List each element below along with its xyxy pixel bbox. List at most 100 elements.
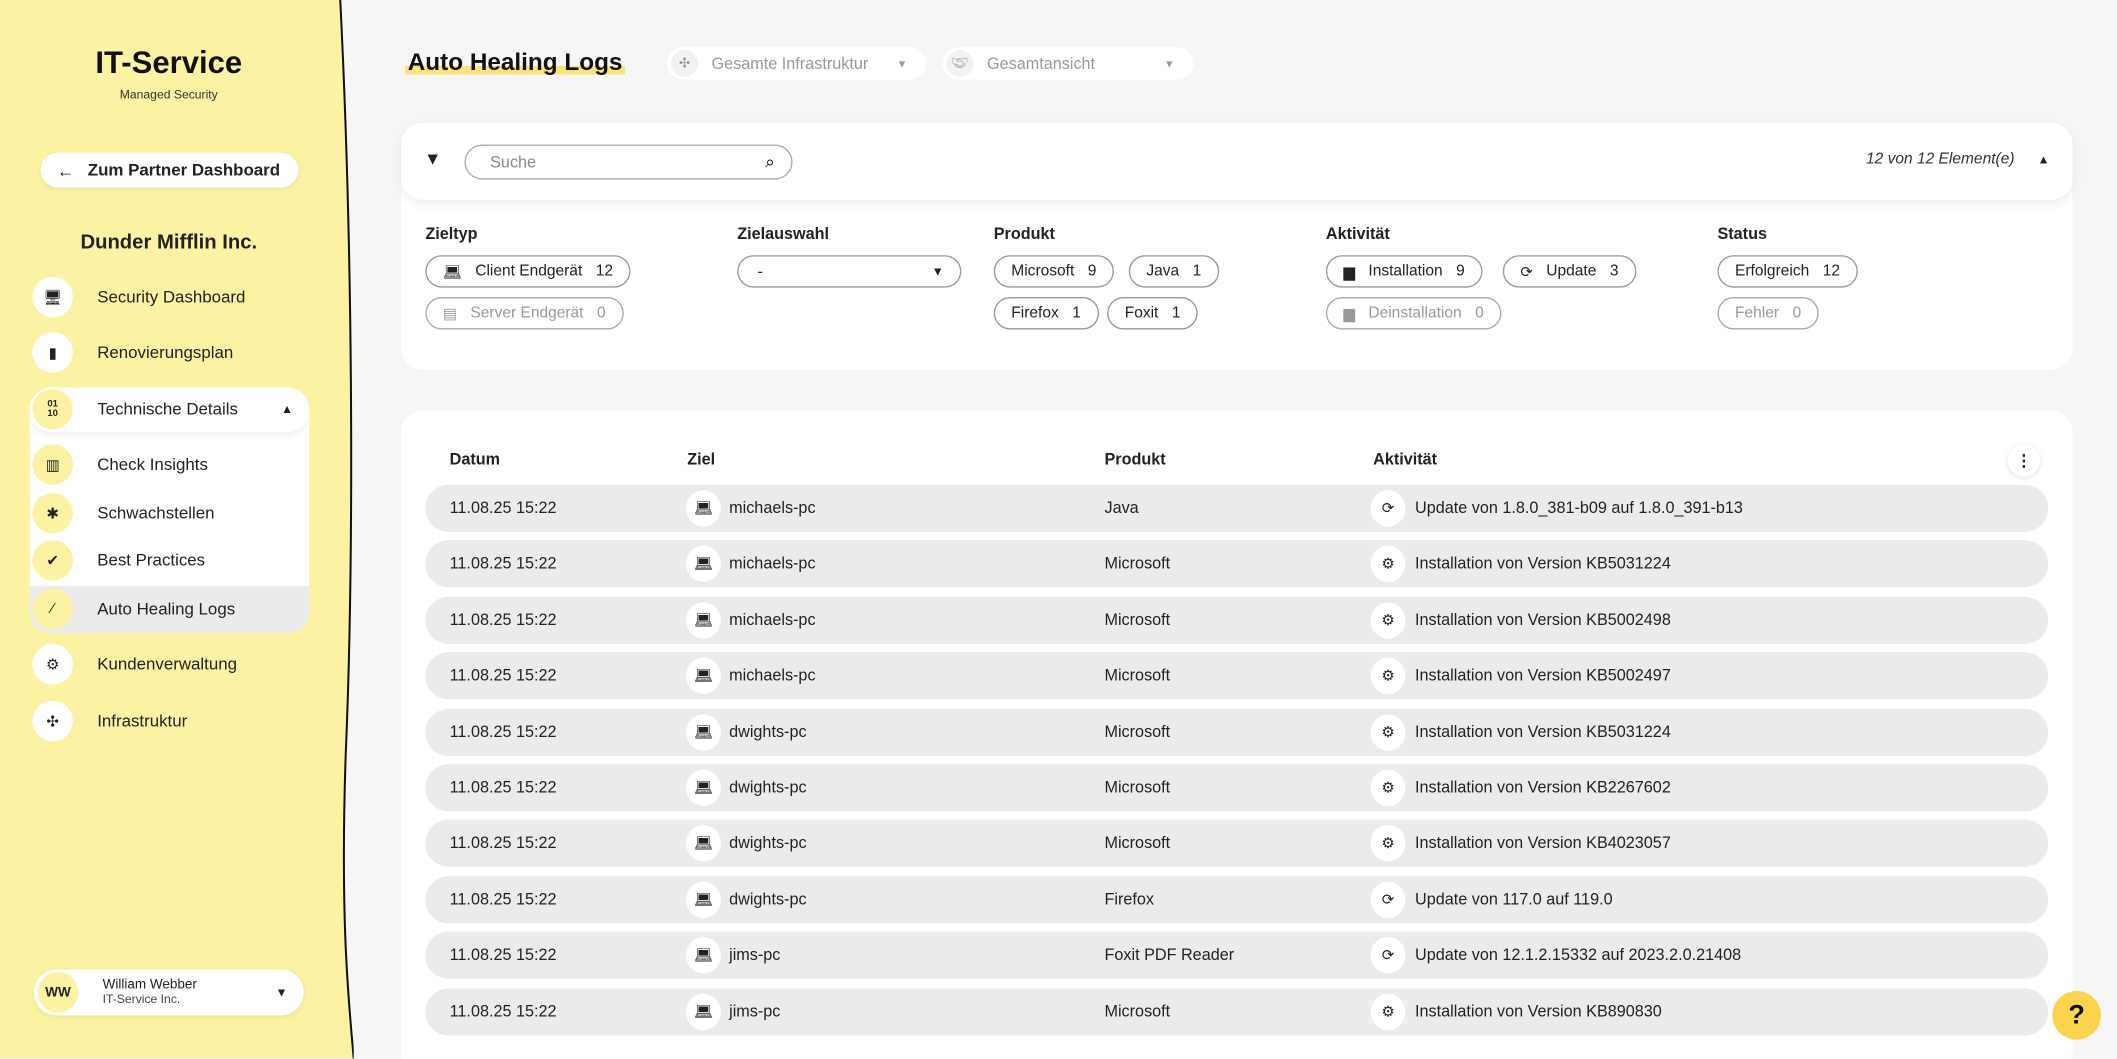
gear-icon: ⚙ xyxy=(1370,993,1406,1030)
sidebar-item-check-insights[interactable]: ▥ Check Insights xyxy=(30,440,309,489)
sidebar-item-label: Auto Healing Logs xyxy=(97,599,236,619)
user-menu[interactable]: WW William Webber IT-Service Inc. ▼ xyxy=(33,969,304,1016)
sidebar-item-label: Check Insights xyxy=(97,455,208,474)
table-row[interactable]: 11.08.25 15:22 💻︎ jims-pc Foxit PDF Reader ⟳… xyxy=(425,931,2049,980)
clipboard-icon: ▮ xyxy=(32,332,73,373)
caret-down-icon: ▼ xyxy=(275,985,288,1000)
chip-firefox[interactable]: Firefox 1 xyxy=(993,297,1099,330)
search-input[interactable]: Suche ⌕ xyxy=(464,144,793,180)
sidebar-item-label: Technische Details xyxy=(97,399,238,419)
chip-label: Foxit xyxy=(1124,305,1159,322)
chip-count: 1 xyxy=(1171,305,1181,322)
table-row[interactable]: 11.08.25 15:22 💻︎ michaels-pc Microsoft ⚙ Ins… xyxy=(425,596,2049,644)
sidebar-item-technische-details[interactable]: 01 10 Technische Details ▲ xyxy=(30,385,309,434)
chip-label: Installation xyxy=(1368,263,1443,280)
sidebar-item-renovierungsplan[interactable]: ▮ Renovierungsplan xyxy=(30,328,309,377)
partner-dashboard-label: Zum Partner Dashboard xyxy=(87,160,281,180)
magic-wand-icon: ⁄ xyxy=(32,588,73,630)
chip-count: 9 xyxy=(1456,263,1465,280)
chip-label: Update xyxy=(1546,263,1597,280)
refresh-icon: ⟳ xyxy=(1370,937,1406,974)
kebab-menu-icon: ⋮ xyxy=(2015,450,2033,470)
table-row[interactable]: 11.08.25 15:22 💻︎ dwights-pc Microsoft ⚙ Inst… xyxy=(425,764,2049,812)
chip-client-endgeraet[interactable]: 💻︎ Client Endgerät 12 xyxy=(425,255,631,288)
chip-installation[interactable]: ▆ Installation 9 xyxy=(1325,255,1483,288)
column-header-datum[interactable]: Datum xyxy=(450,450,500,469)
search-placeholder: Suche xyxy=(490,152,537,172)
arrow-left-icon: ← xyxy=(56,159,75,181)
chip-foxit[interactable]: Foxit 1 xyxy=(1107,297,1199,330)
chip-label: Erfolgreich xyxy=(1735,263,1810,280)
sidebar-item-auto-healing-logs[interactable]: ⁄ Auto Healing Logs xyxy=(30,585,309,634)
sidebar: IT-Service Managed Security ← Zum Partne… xyxy=(0,0,354,1059)
laptop-icon: 💻︎ xyxy=(685,937,722,974)
column-header-produkt[interactable]: Produkt xyxy=(1104,450,1165,469)
chip-count: 12 xyxy=(595,263,614,280)
table-row[interactable]: 11.08.25 15:22 💻︎ dwights-pc Microsoft ⚙ Inst… xyxy=(425,820,2049,868)
gear-icon: ⚙ xyxy=(1370,713,1406,751)
table-row[interactable]: 11.08.25 15:22 💻︎ michaels-pc Java ⟳ Update v… xyxy=(425,484,2049,532)
help-button[interactable]: ? xyxy=(2052,991,2101,1040)
refresh-icon: ⟳ xyxy=(1520,263,1533,281)
cell-date: 11.08.25 15:22 xyxy=(449,833,557,853)
barcode-icon: ▥ xyxy=(32,444,73,485)
network-icon: ✣ xyxy=(32,700,73,742)
cell-date: 11.08.25 15:22 xyxy=(449,665,557,685)
table-row[interactable]: 11.08.25 15:22 💻︎ dwights-pc Firefox ⟳ Update… xyxy=(425,876,2049,924)
column-header-ziel[interactable]: Ziel xyxy=(687,450,715,469)
folder-x-icon: ▆ xyxy=(1343,305,1355,323)
chip-label: Deinstallation xyxy=(1368,305,1462,322)
table-row[interactable]: 11.08.25 15:22 💻︎ michaels-pc Microsoft ⚙ Ins… xyxy=(425,540,2049,588)
chip-update[interactable]: ⟳ Update 3 xyxy=(1502,255,1637,288)
filter-icon[interactable]: ▼ xyxy=(424,149,441,169)
gears-icon: ⚙ xyxy=(32,644,73,685)
chip-server-endgeraet[interactable]: ▤ Server Endgerät 0 xyxy=(425,297,624,330)
table-row[interactable]: 11.08.25 15:22 💻︎ dwights-pc Microsoft ⚙ Inst… xyxy=(425,708,2049,756)
zielauswahl-select[interactable]: - ▼ xyxy=(737,255,962,288)
chip-deinstallation[interactable]: ▆ Deinstallation 0 xyxy=(1325,297,1502,330)
chip-fehler[interactable]: Fehler 0 xyxy=(1717,297,1819,330)
view-dropdown[interactable]: 🤝︎ Gesamtansicht ▼ xyxy=(942,47,1194,80)
sidebar-item-label: Security Dashboard xyxy=(97,287,246,307)
sidebar-item-kundenverwaltung[interactable]: ⚙ Kundenverwaltung xyxy=(30,640,309,689)
chip-count: 3 xyxy=(1609,263,1619,280)
caret-down-icon: ▼ xyxy=(896,57,908,70)
user-name: William Webber xyxy=(102,977,197,993)
cell-product: Firefox xyxy=(1104,889,1154,909)
laptop-icon: 💻︎ xyxy=(685,657,722,695)
chip-java[interactable]: Java 1 xyxy=(1128,255,1219,288)
infrastructure-dropdown-value: Gesamte Infrastruktur xyxy=(711,54,869,73)
filter-label-produkt: Produkt xyxy=(993,224,1055,244)
more-options-button[interactable]: ⋮ xyxy=(2007,444,2041,477)
chip-label: Firefox xyxy=(1011,305,1059,322)
cell-target: dwights-pc xyxy=(729,777,807,797)
chip-count: 1 xyxy=(1072,305,1081,322)
chip-label: Java xyxy=(1146,263,1180,280)
gear-icon: ⚙ xyxy=(1370,601,1406,639)
sidebar-item-schwachstellen[interactable]: ✱ Schwachstellen xyxy=(30,489,309,538)
partner-dashboard-button[interactable]: ← Zum Partner Dashboard xyxy=(40,152,299,188)
sidebar-item-label: Schwachstellen xyxy=(97,503,215,523)
chip-microsoft[interactable]: Microsoft 9 xyxy=(993,255,1114,288)
table-row[interactable]: 11.08.25 15:22 💻︎ jims-pc Microsoft ⚙ Install… xyxy=(425,987,2049,1036)
cell-date: 11.08.25 15:22 xyxy=(449,889,557,909)
cell-activity: Installation von Version KB5002498 xyxy=(1415,610,1671,629)
caret-down-icon: ▼ xyxy=(931,264,944,279)
table-row[interactable]: 11.08.25 15:22 💻︎ michaels-pc Microsoft ⚙ Ins… xyxy=(425,652,2049,700)
sidebar-item-infrastruktur[interactable]: ✣ Infrastruktur xyxy=(30,697,309,746)
sidebar-item-security-dashboard[interactable]: 🖥︎ Security Dashboard xyxy=(30,273,309,322)
infrastructure-dropdown[interactable]: ✣ Gesamte Infrastruktur ▼ xyxy=(666,47,927,80)
binary-icon: 01 10 xyxy=(32,388,73,430)
cell-target: dwights-pc xyxy=(729,721,807,741)
laptop-icon: 💻︎ xyxy=(685,601,722,639)
cell-activity: Update von 12.1.2.15332 auf 2023.2.0.214… xyxy=(1415,945,1742,965)
cell-product: Foxit PDF Reader xyxy=(1104,945,1235,965)
chip-erfolgreich[interactable]: Erfolgreich 12 xyxy=(1717,255,1858,288)
column-header-aktivitaet[interactable]: Aktivität xyxy=(1373,450,1437,469)
laptop-icon: 💻︎ xyxy=(685,993,722,1030)
collapse-filter-icon[interactable]: ▲ xyxy=(2038,153,2050,167)
sidebar-item-best-practices[interactable]: ✔ Best Practices xyxy=(30,536,309,585)
page-title: Auto Healing Logs xyxy=(405,48,626,77)
search-icon[interactable]: ⌕ xyxy=(765,151,775,173)
chip-label: Client Endgerät xyxy=(475,263,583,280)
